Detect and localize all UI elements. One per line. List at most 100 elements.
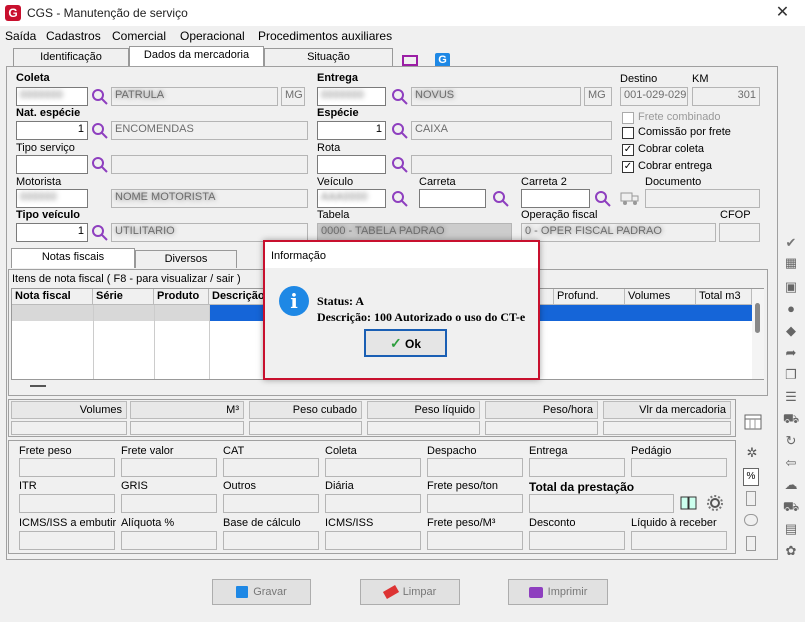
col-profund[interactable]: Profund. xyxy=(554,289,625,305)
carreta-input[interactable] xyxy=(419,189,486,208)
frete-peso-m3-input[interactable] xyxy=(427,531,523,550)
book-icon[interactable] xyxy=(680,495,698,511)
frete-peso-input[interactable] xyxy=(19,458,115,477)
money-icon[interactable]: ▤ xyxy=(782,522,800,536)
icms-embutir-input[interactable] xyxy=(19,531,115,550)
col-serie[interactable]: Série xyxy=(93,289,154,305)
nat-especie-search-icon[interactable] xyxy=(91,122,109,140)
entrega-frete-label: Entrega xyxy=(529,445,568,457)
tab-identificacao[interactable]: Identificação xyxy=(13,48,129,66)
cat-input[interactable] xyxy=(223,458,319,477)
tab-diversos[interactable]: Diversos xyxy=(135,250,237,268)
rota-search-icon[interactable] xyxy=(391,156,409,174)
entrega-code-input[interactable]: 0000000 xyxy=(317,87,386,106)
list-icon[interactable]: ☰ xyxy=(782,390,800,404)
nat-especie-qty[interactable]: 1 xyxy=(16,121,88,140)
calculator-icon[interactable] xyxy=(744,414,762,430)
menu-comercial[interactable]: Comercial xyxy=(112,29,166,43)
diaria-input[interactable] xyxy=(325,494,421,513)
menu-saida[interactable]: Saída xyxy=(5,29,36,43)
carreta2-search-icon[interactable] xyxy=(594,190,612,208)
especie-qty[interactable]: 1 xyxy=(317,121,386,140)
carreta2-input[interactable] xyxy=(521,189,590,208)
km-label: KM xyxy=(692,73,709,85)
limpar-button[interactable]: Limpar xyxy=(360,579,460,605)
bug-icon[interactable]: ✲ xyxy=(743,445,761,461)
tipo-servico-search-icon[interactable] xyxy=(91,156,109,174)
tipo-servico-label: Tipo serviço xyxy=(16,142,75,154)
frete-valor-input[interactable] xyxy=(121,458,217,477)
chat-icon[interactable] xyxy=(744,514,758,526)
comissao-checkbox[interactable] xyxy=(622,127,634,139)
forward-doc-icon[interactable]: ➦ xyxy=(782,346,800,360)
gravar-button[interactable]: Gravar xyxy=(212,579,311,605)
doc2-icon[interactable] xyxy=(746,536,756,551)
tipo-veiculo-qty[interactable]: 1 xyxy=(16,223,88,242)
truck2-icon[interactable]: ⛟ xyxy=(782,500,800,514)
settings-side-icon[interactable]: ✿ xyxy=(782,544,800,558)
menu-cadastros[interactable]: Cadastros xyxy=(46,29,101,43)
truck-side-icon[interactable]: ⛟ xyxy=(782,412,800,426)
col-total-m3[interactable]: Total m3 xyxy=(696,289,752,305)
rota-input[interactable] xyxy=(317,155,386,174)
icms-iss-input[interactable] xyxy=(325,531,421,550)
tab-notas-fiscais[interactable]: Notas fiscais xyxy=(11,248,135,268)
coleta-frete-input[interactable] xyxy=(325,458,421,477)
especie-search-icon[interactable] xyxy=(391,122,409,140)
ciot-icon[interactable]: ▣ xyxy=(782,280,800,294)
menu-procedimentos[interactable]: Procedimentos auxiliares xyxy=(258,29,392,43)
tabela-label: Tabela xyxy=(317,209,350,221)
eraser-icon[interactable]: ◆ xyxy=(782,324,800,338)
table-row-selected-left[interactable] xyxy=(12,305,209,321)
percent-doc-icon[interactable]: % xyxy=(743,468,759,486)
col-volumes[interactable]: Volumes xyxy=(625,289,696,305)
app-logo-icon: G xyxy=(5,5,21,21)
cycle-icon[interactable]: ↻ xyxy=(782,434,800,448)
tab-dados-mercadoria[interactable]: Dados da mercadoria xyxy=(129,46,264,66)
entrega-frete-input[interactable] xyxy=(529,458,625,477)
cobrar-coleta-checkbox[interactable]: ✓ xyxy=(622,144,634,156)
close-button[interactable]: ✕ xyxy=(760,0,805,26)
ok-button[interactable]: ✓ Ok xyxy=(364,329,447,357)
cloud-icon[interactable]: ☁ xyxy=(782,478,800,492)
coleta-label: Coleta xyxy=(16,72,50,84)
printer-icon xyxy=(528,586,543,598)
frete-combinado-checkbox[interactable] xyxy=(622,112,634,124)
grid-scrollbar[interactable] xyxy=(752,289,764,379)
entrega-search-icon[interactable] xyxy=(391,88,409,106)
total-vlr-mercadoria-header: Vlr da mercadoria xyxy=(603,401,731,419)
tipo-servico-input[interactable] xyxy=(16,155,88,174)
outros-input[interactable] xyxy=(223,494,319,513)
carreta-search-icon[interactable] xyxy=(492,190,510,208)
circle-icon[interactable]: ● xyxy=(782,302,800,316)
cobrar-entrega-checkbox[interactable]: ✓ xyxy=(622,161,634,173)
coleta-code-input[interactable]: 0000000 xyxy=(16,87,88,106)
veiculo-search-icon[interactable] xyxy=(391,190,409,208)
col-nota-fiscal[interactable]: Nota fiscal xyxy=(12,289,93,305)
base-calculo-input[interactable] xyxy=(223,531,319,550)
truck-icon[interactable] xyxy=(620,191,640,205)
doc-icon[interactable] xyxy=(746,491,756,506)
motorista-input[interactable]: 000000 xyxy=(16,189,88,208)
aliquota-input[interactable] xyxy=(121,531,217,550)
menu-operacional[interactable]: Operacional xyxy=(180,29,245,43)
coleta-search-icon[interactable] xyxy=(91,88,109,106)
pedagio-input[interactable] xyxy=(631,458,727,477)
desconto-input[interactable] xyxy=(529,531,625,550)
arrow-left-icon[interactable]: ⇦ xyxy=(782,456,800,470)
itr-input[interactable] xyxy=(19,494,115,513)
veiculo-input[interactable]: AAA0000 xyxy=(317,189,386,208)
sefaz-icon[interactable]: ▦ xyxy=(782,256,800,270)
despacho-input[interactable] xyxy=(427,458,523,477)
copy-icon[interactable]: ❐ xyxy=(782,368,800,382)
tab-situacao[interactable]: Situação xyxy=(264,48,393,66)
gear-icon[interactable] xyxy=(706,494,724,512)
check-icon[interactable]: ✔ xyxy=(782,236,800,250)
frete-peso-ton-input[interactable] xyxy=(427,494,523,513)
liquido-receber-input[interactable] xyxy=(631,531,727,550)
col-produto[interactable]: Produto xyxy=(154,289,209,305)
tipo-veiculo-search-icon[interactable] xyxy=(91,224,109,242)
gris-input[interactable] xyxy=(121,494,217,513)
carreta-label: Carreta xyxy=(419,176,456,188)
imprimir-button[interactable]: Imprimir xyxy=(508,579,608,605)
